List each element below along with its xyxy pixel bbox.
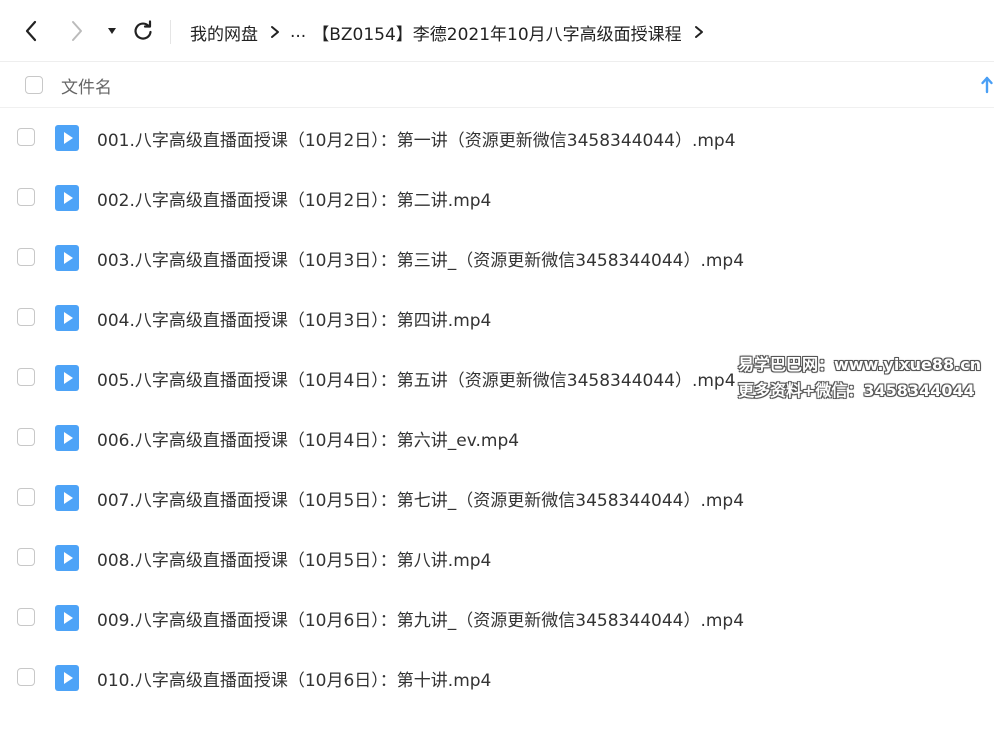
video-file-icon — [55, 305, 79, 331]
file-name[interactable]: 005.八字高级直播面授课（10月4日）：第五讲（资源更新微信345834404… — [97, 366, 736, 391]
video-file-icon — [55, 665, 79, 691]
list-item[interactable]: 010.八字高级直播面授课（10月6日）：第十讲.mp4 — [0, 648, 994, 708]
forward-button[interactable] — [62, 16, 92, 46]
breadcrumb-current[interactable]: 【BZ0154】李德2021年10月八字高级面授课程 — [312, 20, 681, 45]
file-name[interactable]: 004.八字高级直播面授课（10月3日）：第四讲.mp4 — [97, 306, 491, 331]
navigation-bar: 我的网盘 ... 【BZ0154】李德2021年10月八字高级面授课程 — [0, 0, 994, 62]
row-checkbox[interactable] — [17, 368, 35, 386]
file-name[interactable]: 002.八字高级直播面授课（10月2日）：第二讲.mp4 — [97, 186, 491, 211]
refresh-icon — [134, 20, 152, 40]
name-column-header[interactable]: 文件名 — [61, 73, 112, 98]
caret-down-icon — [108, 28, 116, 34]
list-item[interactable]: 006.八字高级直播面授课（10月4日）：第六讲_ev.mp4 — [0, 408, 994, 468]
breadcrumb-ellipsis[interactable]: ... — [290, 22, 306, 42]
row-checkbox[interactable] — [17, 668, 35, 686]
watermark-line-1: 易学巴巴网：www.yixue88.cn — [738, 355, 982, 374]
file-name[interactable]: 006.八字高级直播面授课（10月4日）：第六讲_ev.mp4 — [97, 426, 519, 451]
back-button[interactable] — [16, 16, 46, 46]
sort-ascending-icon[interactable] — [980, 76, 994, 94]
video-file-icon — [55, 365, 79, 391]
video-file-icon — [55, 605, 79, 631]
list-item[interactable]: 004.八字高级直播面授课（10月3日）：第四讲.mp4 — [0, 288, 994, 348]
file-name[interactable]: 001.八字高级直播面授课（10月2日）：第一讲（资源更新微信345834404… — [97, 126, 736, 151]
history-dropdown-button[interactable] — [97, 16, 127, 46]
nav-divider — [170, 20, 171, 44]
row-checkbox[interactable] — [17, 548, 35, 566]
watermark: 易学巴巴网：www.yixue88.cn 更多资料+微信：3458344044 — [738, 352, 983, 404]
file-name[interactable]: 008.八字高级直播面授课（10月5日）：第八讲.mp4 — [97, 546, 491, 571]
row-checkbox[interactable] — [17, 488, 35, 506]
row-checkbox[interactable] — [17, 428, 35, 446]
row-checkbox[interactable] — [17, 248, 35, 266]
row-checkbox[interactable] — [17, 188, 35, 206]
file-name[interactable]: 009.八字高级直播面授课（10月6日）：第九讲_（资源更新微信34583440… — [97, 606, 744, 631]
video-file-icon — [55, 185, 79, 211]
video-file-icon — [55, 125, 79, 151]
chevron-right-icon — [72, 21, 82, 41]
breadcrumb-root[interactable]: 我的网盘 — [190, 20, 258, 45]
video-file-icon — [55, 485, 79, 511]
watermark-line-2: 更多资料+微信：3458344044 — [738, 381, 975, 400]
list-item[interactable]: 007.八字高级直播面授课（10月5日）：第七讲_（资源更新微信34583440… — [0, 468, 994, 528]
chevron-left-icon — [25, 20, 37, 42]
file-name[interactable]: 010.八字高级直播面授课（10月6日）：第十讲.mp4 — [97, 666, 491, 691]
row-checkbox[interactable] — [17, 128, 35, 146]
file-list: 001.八字高级直播面授课（10月2日）：第一讲（资源更新微信345834404… — [0, 108, 994, 708]
file-name[interactable]: 007.八字高级直播面授课（10月5日）：第七讲_（资源更新微信34583440… — [97, 486, 744, 511]
list-item[interactable]: 003.八字高级直播面授课（10月3日）：第三讲_（资源更新微信34583440… — [0, 228, 994, 288]
list-header: 文件名 — [0, 62, 994, 108]
list-item[interactable]: 009.八字高级直播面授课（10月6日）：第九讲_（资源更新微信34583440… — [0, 588, 994, 648]
chevron-right-icon — [694, 25, 704, 39]
video-file-icon — [55, 545, 79, 571]
row-checkbox[interactable] — [17, 308, 35, 326]
video-file-icon — [55, 425, 79, 451]
video-file-icon — [55, 245, 79, 271]
refresh-button[interactable] — [128, 16, 158, 46]
breadcrumb: 我的网盘 ... 【BZ0154】李德2021年10月八字高级面授课程 — [190, 18, 714, 46]
list-item[interactable]: 002.八字高级直播面授课（10月2日）：第二讲.mp4 — [0, 168, 994, 228]
row-checkbox[interactable] — [17, 608, 35, 626]
list-item[interactable]: 008.八字高级直播面授课（10月5日）：第八讲.mp4 — [0, 528, 994, 588]
select-all-checkbox[interactable] — [25, 76, 43, 94]
list-item[interactable]: 001.八字高级直播面授课（10月2日）：第一讲（资源更新微信345834404… — [0, 108, 994, 168]
file-name[interactable]: 003.八字高级直播面授课（10月3日）：第三讲_（资源更新微信34583440… — [97, 246, 744, 271]
chevron-right-icon — [270, 25, 280, 39]
